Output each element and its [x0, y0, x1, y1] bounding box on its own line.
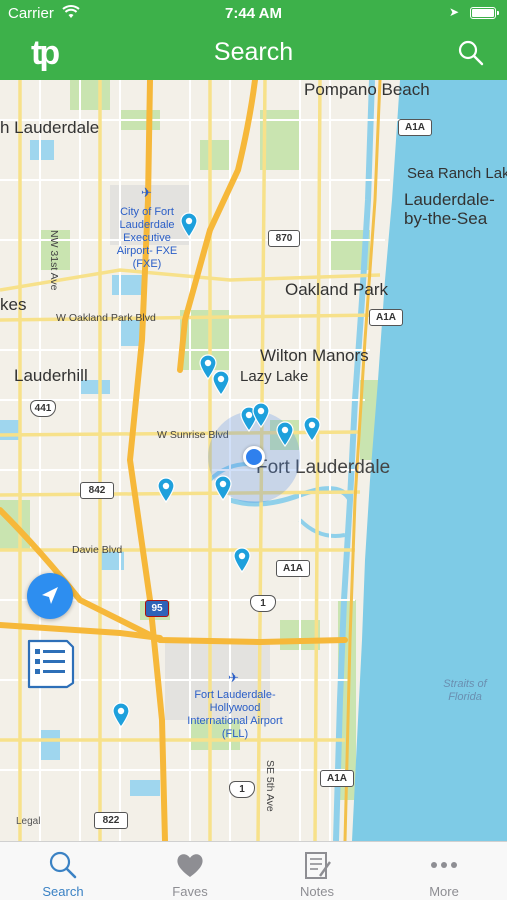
tab-label: Search: [42, 884, 84, 899]
map-pin-icon[interactable]: [252, 402, 270, 428]
map-pin-icon[interactable]: [157, 477, 175, 503]
street-label-davie-blvd: Davie Blvd: [72, 544, 123, 556]
water-label-straits-of-florida: Straits of Florida: [443, 678, 487, 703]
place-label-lauderdale-by-the-sea-2: by-the-Sea: [404, 209, 488, 228]
street-label-nw-31st-ave: NW 31st Ave: [48, 230, 60, 291]
map-pin-icon[interactable]: [214, 475, 232, 501]
airport-icon: ✈: [228, 670, 239, 685]
place-label-sea-ranch: Sea Ranch Lak: [407, 165, 507, 182]
clock: 7:44 AM: [225, 5, 282, 22]
heart-icon: [177, 854, 203, 877]
location-arrow-icon: ➤: [449, 5, 460, 19]
place-label-lakes: kes: [0, 295, 27, 314]
place-label-wilton-manors: Wilton Manors: [260, 346, 369, 365]
route-shield-a1a-top: A1A: [398, 119, 432, 136]
tab-more[interactable]: More: [381, 842, 507, 900]
map-pin-icon[interactable]: [276, 421, 294, 447]
route-shield-870: 870: [268, 230, 300, 247]
tab-label: Notes: [300, 884, 334, 899]
search-icon: [49, 851, 77, 879]
map-pin-icon[interactable]: [180, 212, 198, 238]
route-shield-441: 441: [30, 400, 56, 417]
place-label-lauderhill: Lauderhill: [14, 366, 88, 385]
place-label-lazy-lake: Lazy Lake: [240, 368, 309, 385]
locate-me-button[interactable]: [27, 573, 73, 619]
map-pin-icon[interactable]: [112, 702, 130, 728]
route-shield-a1a-low: A1A: [276, 560, 310, 577]
street-label-w-oakland-park-blvd: W Oakland Park Blvd: [56, 312, 156, 324]
page-title: Search: [213, 38, 294, 66]
notes-list-button[interactable]: [27, 639, 75, 689]
airport-label-fxe: City of Fort Lauderdale Executive Airpor…: [116, 206, 178, 270]
navigation-arrow-icon: [42, 587, 58, 604]
tab-search[interactable]: Search: [0, 842, 126, 900]
list-icon: [27, 639, 75, 689]
battery-icon: [470, 7, 499, 19]
notes-icon: [305, 852, 331, 879]
route-shield-a1a-bottom: A1A: [320, 770, 354, 787]
route-shield-a1a-mid: A1A: [369, 309, 403, 326]
place-label-lauderdale-by-the-sea-1: Lauderdale-: [404, 190, 495, 209]
nav-bar: tp Search: [0, 28, 507, 80]
route-shield-1-upper: 1: [250, 595, 276, 612]
airport-icon: ✈: [141, 185, 152, 200]
route-shield-842: 842: [80, 482, 114, 499]
tab-faves[interactable]: Faves: [127, 842, 253, 900]
place-label-pompano-beach: Pompano Beach: [304, 80, 430, 99]
map-pin-icon[interactable]: [233, 547, 251, 573]
street-label-se-5th-ave: SE 5th Ave: [264, 760, 276, 812]
place-label-lauderdale: h Lauderdale: [0, 118, 100, 137]
search-icon[interactable]: [457, 39, 485, 67]
map-pin-icon[interactable]: [212, 370, 230, 396]
tab-bar: Search Faves Notes More: [0, 841, 507, 900]
route-shield-i95: 95: [145, 600, 169, 617]
route-shield-1-lower: 1: [229, 781, 255, 798]
legal-link[interactable]: Legal: [16, 816, 40, 827]
tab-label: Faves: [172, 884, 208, 899]
more-icon: [431, 862, 457, 868]
map-pin-icon[interactable]: [303, 416, 321, 442]
route-shield-822: 822: [94, 812, 128, 829]
map-view[interactable]: Pompano Beach h Lauderdale Sea Ranch Lak…: [0, 80, 507, 841]
airport-label-fll: Fort Lauderdale-Hollywood International …: [187, 689, 283, 740]
tab-label: More: [429, 884, 459, 899]
place-label-oakland-park: Oakland Park: [285, 280, 388, 299]
status-bar: Carrier 7:44 AM ➤: [0, 0, 507, 28]
tab-notes[interactable]: Notes: [254, 842, 380, 900]
